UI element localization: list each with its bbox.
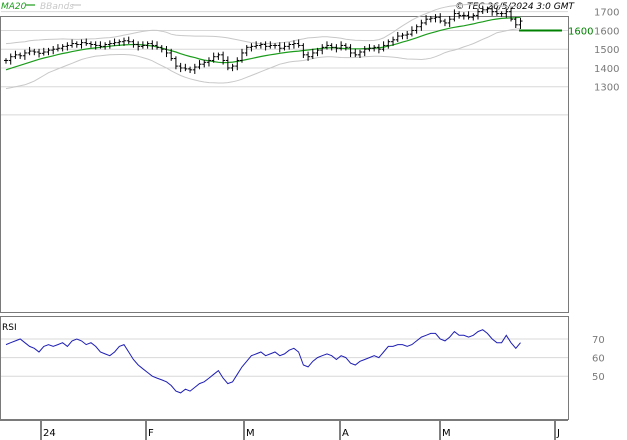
rsi-tick-label: 50 xyxy=(592,372,605,383)
time-axis-label: F xyxy=(148,428,154,439)
stock-chart: MA20 BBands © TEC 26/5/2024 3:0 GMT 17.9… xyxy=(0,2,619,440)
price-tick-label: 1500 xyxy=(594,45,619,56)
price-axis: 130014001500160017001900 xyxy=(594,8,619,94)
rsi-axis: 50 60 70 xyxy=(592,335,605,383)
time-axis-label: A xyxy=(342,428,349,439)
price-tick-label: 1700 xyxy=(594,8,619,19)
time-axis-label: M xyxy=(246,428,255,439)
rsi-tick-label: 70 xyxy=(592,335,605,346)
chart-window: MA20 BBands © TEC 26/5/2024 3:0 GMT 17.9… xyxy=(0,0,627,440)
price-tick-label: 1400 xyxy=(594,64,619,75)
ma20-legend-label: MA20 xyxy=(1,2,27,12)
rsi-title: RSI xyxy=(2,323,17,333)
bbands-lower xyxy=(5,28,521,90)
bbands-legend-label: BBands xyxy=(40,2,74,12)
support-label: 1600 xyxy=(568,26,593,37)
rsi-panel xyxy=(0,316,569,420)
rsi-tick-label: 60 xyxy=(592,354,605,365)
price-bars xyxy=(4,5,523,74)
time-axis: 24 F M A M J xyxy=(0,420,568,440)
time-axis-label: J xyxy=(556,428,560,439)
price-tick-label: 1600 xyxy=(594,26,619,37)
price-panel xyxy=(0,16,569,313)
time-axis-label: 24 xyxy=(43,428,56,439)
copyright-label: © TEC 26/5/2024 3:0 GMT xyxy=(455,2,575,12)
time-axis-label: M xyxy=(442,428,451,439)
price-grid xyxy=(1,11,568,116)
bbands-upper xyxy=(5,3,521,45)
price-tick-label: 1300 xyxy=(594,83,619,94)
